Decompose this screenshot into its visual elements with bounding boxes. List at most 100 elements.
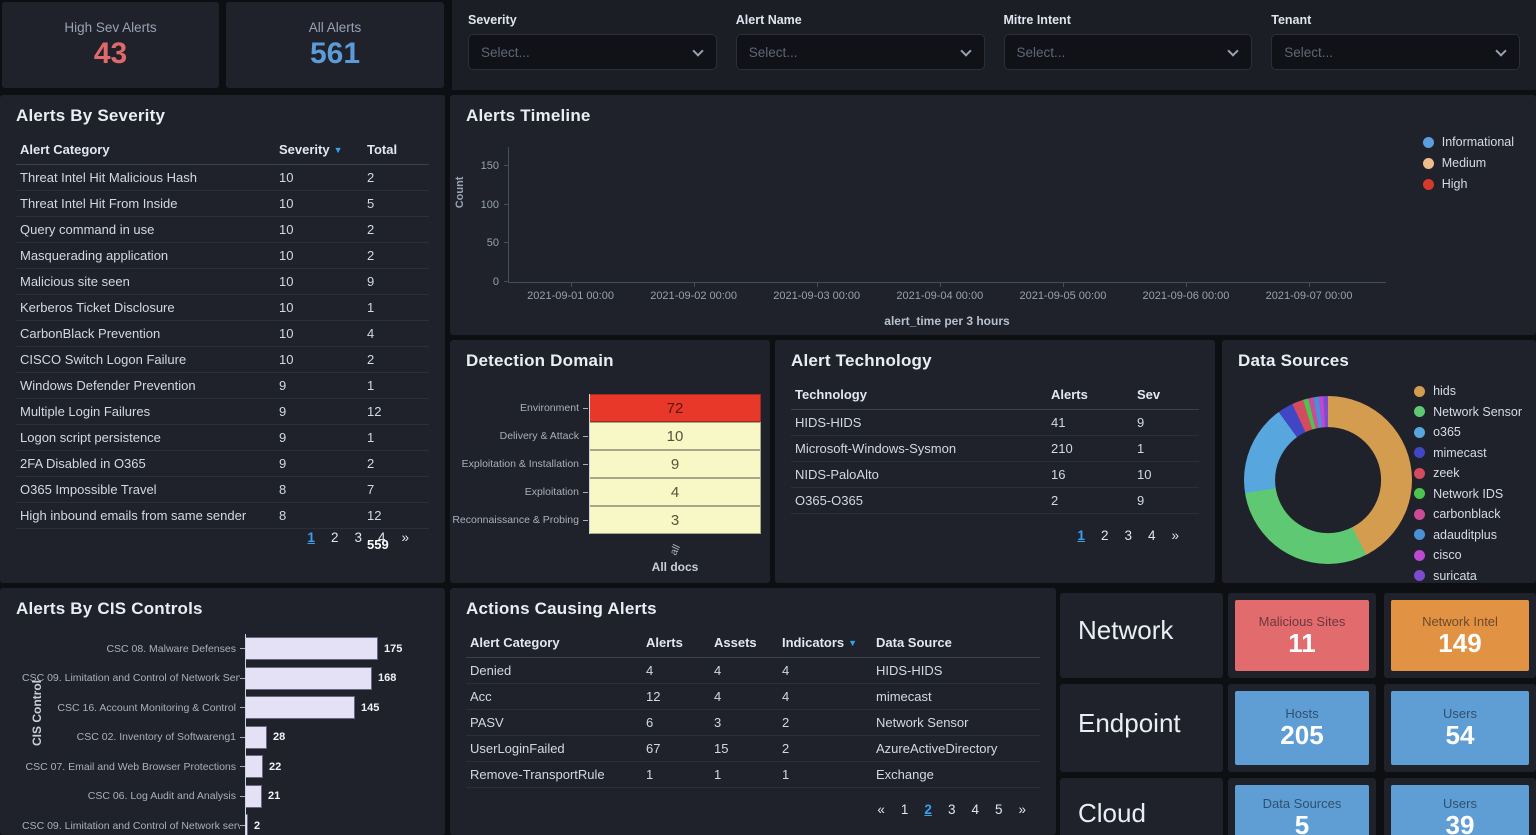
table-cell: 10 bbox=[275, 294, 363, 321]
column-header-sev[interactable]: Sev bbox=[1133, 381, 1199, 410]
detection-domain-row: Exploitation 4 bbox=[450, 478, 770, 506]
table-cell: 4 bbox=[710, 683, 778, 710]
table-cell: 2 bbox=[1047, 487, 1133, 514]
filter-select[interactable]: Select... bbox=[1271, 34, 1520, 70]
table-cell: HIDS-HIDS bbox=[791, 409, 1047, 436]
chevron-down-icon bbox=[959, 45, 972, 57]
column-header-alerts[interactable]: Alerts bbox=[1047, 381, 1133, 410]
page-button-3[interactable]: 3 bbox=[948, 802, 956, 817]
table-cell: 9 bbox=[275, 424, 363, 451]
filter-severity: Severity Select... bbox=[468, 13, 717, 70]
column-header-severity[interactable]: Severity ▼ bbox=[275, 136, 363, 165]
table-cell: 210 bbox=[1047, 435, 1133, 462]
page-button-4[interactable]: 4 bbox=[378, 530, 386, 545]
column-header-data-source[interactable]: Data Source bbox=[872, 629, 1040, 658]
x-tick-mark bbox=[693, 282, 695, 287]
data-sources-legend: hids Network Sensor o365 mimecast zeek Networ… bbox=[1414, 384, 1522, 583]
timeline-bar bbox=[509, 147, 877, 282]
column-header-alert-category[interactable]: Alert Category bbox=[16, 136, 275, 165]
column-header-alerts[interactable]: Alerts bbox=[642, 629, 710, 658]
legend-item-medium[interactable]: Medium bbox=[1422, 156, 1514, 170]
page-button-1[interactable]: 1 bbox=[307, 530, 315, 545]
column-header-technology[interactable]: Technology bbox=[791, 381, 1047, 410]
page-button-«[interactable]: « bbox=[877, 802, 885, 817]
tile-label: Data Sources bbox=[1262, 796, 1342, 812]
page-button-1[interactable]: 1 bbox=[1077, 528, 1085, 543]
column-header-assets[interactable]: Assets bbox=[710, 629, 778, 658]
page-button-4[interactable]: 4 bbox=[971, 802, 979, 817]
bar-value-label: 22 bbox=[269, 760, 282, 773]
page-button-2[interactable]: 2 bbox=[331, 530, 339, 545]
tick-mark bbox=[583, 407, 588, 409]
legend-item-adauditplus[interactable]: adauditplus bbox=[1414, 528, 1522, 542]
legend-item-suricata[interactable]: suricata bbox=[1414, 569, 1522, 583]
chevron-down-icon bbox=[1495, 45, 1507, 57]
y-tick-mark bbox=[504, 242, 509, 244]
legend-dot bbox=[1414, 385, 1426, 397]
legend-dot bbox=[1422, 157, 1434, 169]
metric-tile-panel: Data Sources 5 bbox=[1228, 778, 1376, 835]
table-cell: Threat Intel Hit From Inside bbox=[16, 190, 275, 217]
heatmap-cell: 4 bbox=[589, 478, 761, 506]
legend-label: High bbox=[1441, 177, 1468, 191]
legend-item-carbonblack[interactable]: carbonblack bbox=[1414, 507, 1522, 521]
select-placeholder: Select... bbox=[1284, 44, 1334, 60]
page-button-»[interactable]: » bbox=[401, 530, 409, 545]
page-button-4[interactable]: 4 bbox=[1148, 528, 1156, 543]
page-button-2[interactable]: 2 bbox=[1101, 528, 1109, 543]
page-button-3[interactable]: 3 bbox=[1124, 528, 1132, 543]
column-header-alert-category[interactable]: Alert Category bbox=[466, 629, 642, 658]
detection-domain-panel: Detection Domain Environment 72 Delivery &… bbox=[450, 340, 770, 583]
select-placeholder: Select... bbox=[481, 44, 530, 60]
legend-item-network-ids[interactable]: Network IDS bbox=[1414, 487, 1522, 501]
legend-item-network-sensor[interactable]: Network Sensor bbox=[1414, 405, 1522, 419]
page-button-3[interactable]: 3 bbox=[354, 530, 362, 545]
metric-tile-panel: Malicious Sites 11 bbox=[1228, 593, 1376, 678]
alerts-by-cis-controls-panel: Alerts By CIS Controls CIS Control CSC 0… bbox=[0, 588, 445, 835]
table-cell: 9 bbox=[275, 398, 363, 425]
table-cell: Network Sensor bbox=[872, 709, 1040, 736]
legend-item-o365[interactable]: o365 bbox=[1414, 425, 1522, 439]
table-row: Threat Intel Hit From Inside 10 5 bbox=[16, 190, 429, 217]
legend-label: zeek bbox=[1433, 466, 1460, 480]
table-cell: Malicious site seen bbox=[16, 268, 275, 295]
pagination: « 1 2 3 4 5 » bbox=[877, 802, 1026, 817]
table-cell: 6 bbox=[642, 709, 710, 736]
column-header-indicators[interactable]: Indicators ▼ bbox=[778, 629, 872, 658]
timeline-bar bbox=[877, 147, 1245, 282]
table-row: CISCO Switch Logon Failure 10 2 bbox=[16, 346, 429, 373]
category-label: CSC 16. Account Monitoring & Control bbox=[57, 701, 236, 714]
y-tick-label: 0 bbox=[492, 276, 499, 288]
page-button-»[interactable]: » bbox=[1171, 528, 1179, 543]
table-cell: Threat Intel Hit Malicious Hash bbox=[16, 164, 275, 191]
legend-item-zeek[interactable]: zeek bbox=[1414, 466, 1522, 480]
table-cell: O365 Impossible Travel bbox=[16, 476, 275, 503]
filter-select[interactable]: Select... bbox=[468, 34, 717, 70]
table-cell: 10 bbox=[275, 164, 363, 191]
column-header-total[interactable]: Total bbox=[363, 136, 429, 165]
page-button-1[interactable]: 1 bbox=[901, 802, 909, 817]
legend-item-mimecast[interactable]: mimecast bbox=[1414, 446, 1522, 460]
legend-item-cisco[interactable]: cisco bbox=[1414, 548, 1522, 562]
page-button-»[interactable]: » bbox=[1018, 802, 1026, 817]
table-cell: PASV bbox=[466, 709, 642, 736]
table-cell: 2 bbox=[363, 164, 429, 191]
table-row: High inbound emails from same sender 8 12 bbox=[16, 502, 429, 529]
legend-item-high[interactable]: High bbox=[1422, 177, 1514, 191]
legend-item-hids[interactable]: hids bbox=[1414, 384, 1522, 398]
legend-label: suricata bbox=[1433, 568, 1477, 583]
all-alerts-metric: All Alerts 561 bbox=[226, 2, 444, 88]
cis-bar-row: CSC 16. Account Monitoring & Control 145 bbox=[22, 693, 435, 723]
table-total-cell bbox=[16, 529, 275, 558]
page-button-2[interactable]: 2 bbox=[924, 802, 932, 817]
legend-label: carbonblack bbox=[1433, 507, 1501, 521]
filter-select[interactable]: Select... bbox=[1003, 34, 1253, 70]
bar bbox=[246, 784, 262, 808]
legend-item-informational[interactable]: Informational bbox=[1422, 135, 1514, 149]
metric-tile-panel: Hosts 205 bbox=[1228, 684, 1376, 772]
legend-dot bbox=[1414, 467, 1426, 479]
table-cell: 10 bbox=[275, 216, 363, 243]
filter-select[interactable]: Select... bbox=[735, 34, 985, 70]
pagination: 1 2 3 4 » bbox=[1077, 528, 1179, 543]
page-button-5[interactable]: 5 bbox=[995, 802, 1003, 817]
